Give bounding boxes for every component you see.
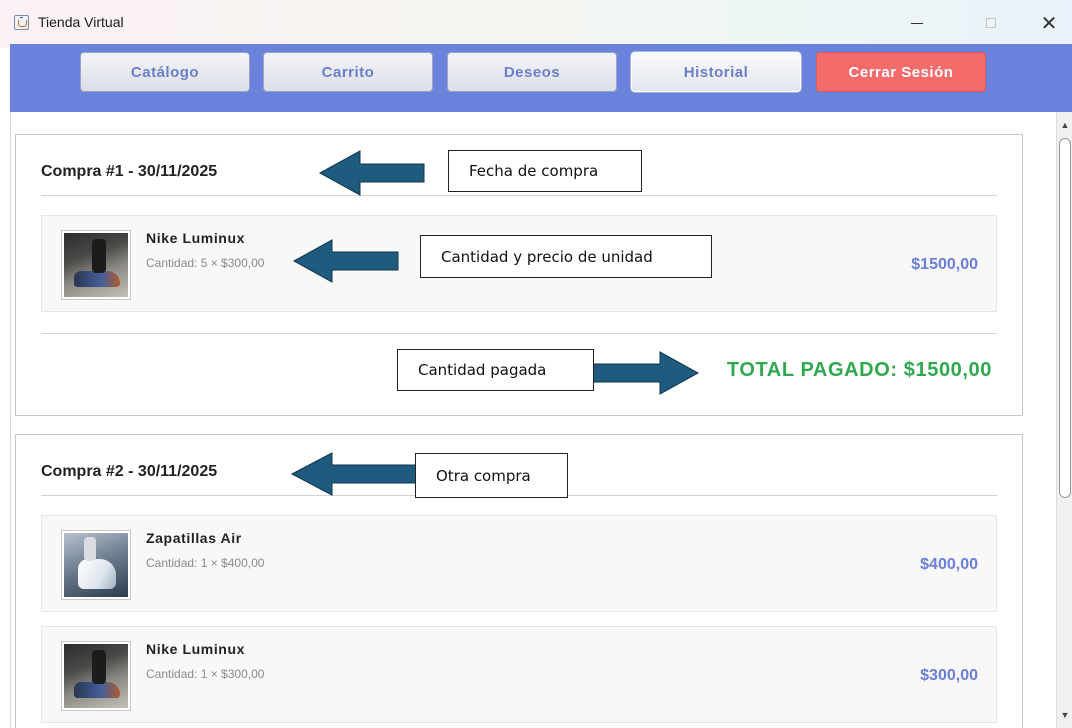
quantity-unit-price: Cantidad: 1 × $400,00 [146,556,265,570]
product-image [61,641,131,711]
product-image [61,230,131,300]
window-title: Tienda Virtual [38,14,124,30]
total-paid: TOTAL PAGADO: $1500,00 [726,359,992,381]
nav-bar: Catálogo Carrito Deseos Historial Cerrar… [10,44,1072,112]
purchase-history-panel: Compra #1 - 30/11/2025 Nike Luminux Cant… [10,112,1056,728]
divider [41,333,997,334]
minimize-button[interactable] [894,8,940,38]
annotation-purchase-date: Fecha de compra [448,150,642,192]
scrollbar-thumb[interactable] [1059,138,1071,498]
catalog-button[interactable]: Catálogo [80,52,250,92]
purchase-item: Zapatillas Air Cantidad: 1 × $400,00 $40… [41,515,997,612]
cart-button[interactable]: Carrito [263,52,433,92]
title-bar: Tienda Virtual ✕ [0,0,1072,48]
annotation-arrow-left-icon [290,452,417,496]
annotation-arrow-right-icon [591,351,700,395]
maximize-button[interactable] [968,8,1014,38]
wishlist-button[interactable]: Deseos [447,52,617,92]
nike-luminux-photo [64,644,128,708]
purchase-item: Nike Luminux Cantidad: 1 × $300,00 $300,… [41,626,997,723]
divider [41,195,997,196]
logout-button[interactable]: Cerrar Sesión [816,52,986,92]
product-name: Nike Luminux [146,641,245,657]
item-subtotal: $400,00 [920,556,978,573]
close-button[interactable]: ✕ [1026,8,1072,38]
annotation-arrow-left-icon [292,239,399,283]
scroll-up-arrow-icon[interactable]: ▲ [1057,118,1072,132]
java-app-icon [14,15,29,30]
product-image [61,530,131,600]
vertical-scrollbar[interactable]: ▲ ▼ [1056,112,1072,728]
history-button[interactable]: Historial [631,52,801,92]
annotation-quantity-unit-price: Cantidad y precio de unidad [420,235,712,278]
purchase-title: Compra #2 - 30/11/2025 [41,463,218,480]
annotation-amount-paid: Cantidad pagada [397,349,594,391]
zapatillas-air-photo [64,533,128,597]
item-subtotal: $300,00 [920,667,978,684]
nike-luminux-photo [64,233,128,297]
product-name: Zapatillas Air [146,530,242,546]
product-name: Nike Luminux [146,230,245,246]
quantity-unit-price: Cantidad: 5 × $300,00 [146,256,265,270]
annotation-another-purchase: Otra compra [415,453,568,498]
quantity-unit-price: Cantidad: 1 × $300,00 [146,667,265,681]
scroll-down-arrow-icon[interactable]: ▼ [1057,708,1072,722]
item-subtotal: $1500,00 [911,256,978,273]
purchase-title: Compra #1 - 30/11/2025 [41,163,218,180]
close-icon: ✕ [1040,12,1058,35]
minimize-icon [911,22,923,24]
maximize-icon [986,18,996,28]
annotation-arrow-left-icon [318,150,425,196]
